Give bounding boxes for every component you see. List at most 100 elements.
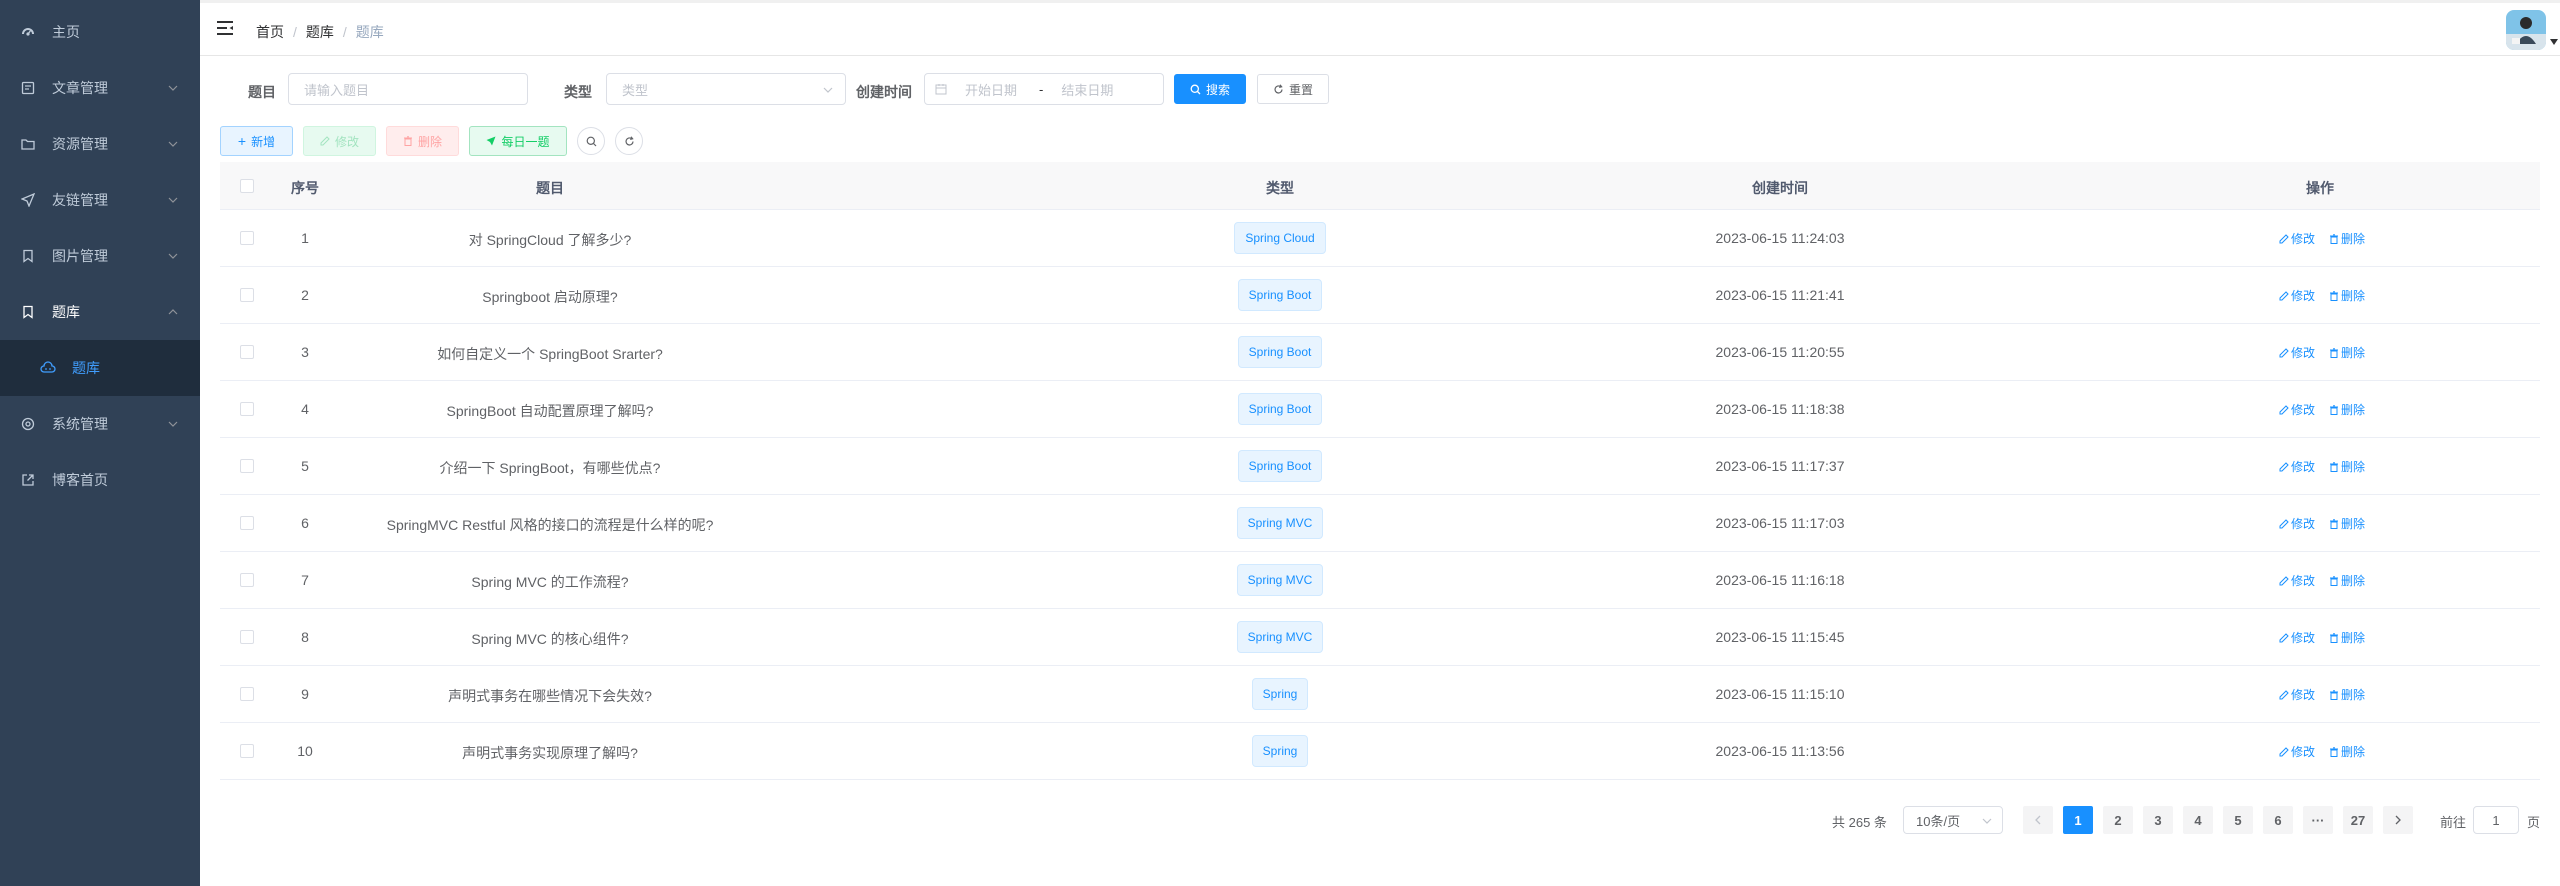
daily-question-button[interactable]: 每日一题 xyxy=(469,126,567,156)
row-checkbox[interactable] xyxy=(240,459,254,473)
sidebar-item-label: 博客首页 xyxy=(52,472,108,488)
row-delete-button[interactable]: 删除 xyxy=(2329,458,2365,475)
page-size-select[interactable]: 10条/页 xyxy=(1903,806,2003,834)
type-tag: Spring xyxy=(1251,735,1309,767)
sidebar-item-question-bank[interactable]: 题库 xyxy=(0,284,200,340)
edit-icon xyxy=(2279,461,2289,471)
caret-down-icon[interactable] xyxy=(2550,39,2558,45)
breadcrumb-separator: / xyxy=(293,24,297,40)
row-edit-button[interactable]: 修改 xyxy=(2279,458,2315,475)
search-button[interactable]: 搜索 xyxy=(1174,74,1246,104)
row-edit-button[interactable]: 修改 xyxy=(2279,572,2315,589)
trash-icon xyxy=(2330,347,2338,358)
page-number[interactable]: 2 xyxy=(2103,806,2133,834)
next-page-button[interactable] xyxy=(2383,806,2413,834)
page-number[interactable]: 1 xyxy=(2063,806,2093,834)
select-all-checkbox[interactable] xyxy=(240,179,254,193)
page-ellipsis[interactable]: ··· xyxy=(2303,806,2333,834)
page-number[interactable]: 4 xyxy=(2183,806,2213,834)
sidebar-subitem-question-bank[interactable]: 题库 xyxy=(0,340,200,396)
page-number[interactable]: 5 xyxy=(2223,806,2253,834)
row-delete-button[interactable]: 删除 xyxy=(2329,344,2365,361)
search-button-label: 搜索 xyxy=(1205,82,1230,97)
add-button[interactable]: + 新增 xyxy=(220,126,293,156)
row-edit-button[interactable]: 修改 xyxy=(2279,401,2315,418)
type-tag: Spring Cloud xyxy=(1234,222,1326,254)
reset-button[interactable]: 重置 xyxy=(1257,74,1329,104)
sidebar-item-system[interactable]: 系统管理 xyxy=(0,396,200,452)
prev-page-button[interactable] xyxy=(2023,806,2053,834)
page-number[interactable]: 27 xyxy=(2343,806,2373,834)
sidebar-item-articles[interactable]: 文章管理 xyxy=(0,60,200,116)
row-edit-button[interactable]: 修改 xyxy=(2279,230,2315,247)
table-row: 2 Springboot 启动原理? Spring Boot 2023-06-1… xyxy=(220,267,2540,324)
row-delete-button[interactable]: 删除 xyxy=(2329,572,2365,589)
send-icon xyxy=(486,136,496,146)
row-checkbox[interactable] xyxy=(240,573,254,587)
sidebar-item-links[interactable]: 友链管理 xyxy=(0,172,200,228)
row-title: 声明式事务实现原理了解吗? xyxy=(462,745,638,761)
sidebar-item-blog-home[interactable]: 博客首页 xyxy=(0,452,200,508)
article-icon xyxy=(20,80,36,96)
row-delete-button[interactable]: 删除 xyxy=(2329,287,2365,304)
row-edit-label: 修改 xyxy=(2291,289,2316,303)
row-checkbox[interactable] xyxy=(240,744,254,758)
row-checkbox[interactable] xyxy=(240,402,254,416)
trash-icon xyxy=(2330,575,2338,586)
row-type-cell: Spring Boot xyxy=(1100,324,1460,381)
row-delete-label: 删除 xyxy=(2341,232,2366,246)
row-delete-button[interactable]: 删除 xyxy=(2329,515,2365,532)
sidebar-item-resources[interactable]: 资源管理 xyxy=(0,116,200,172)
edit-icon xyxy=(2279,746,2289,756)
row-edit-button[interactable]: 修改 xyxy=(2279,344,2315,361)
page-number[interactable]: 6 xyxy=(2263,806,2293,834)
row-delete-button[interactable]: 删除 xyxy=(2329,230,2365,247)
breadcrumb-home[interactable]: 首页 xyxy=(256,22,284,42)
breadcrumb-separator: / xyxy=(342,24,347,40)
avatar[interactable] xyxy=(2506,10,2546,50)
type-tag: Spring MVC xyxy=(1236,621,1324,653)
row-delete-button[interactable]: 删除 xyxy=(2329,629,2365,646)
row-checkbox[interactable] xyxy=(240,630,254,644)
goto-page-input[interactable]: 1 xyxy=(2473,806,2519,834)
time-label: 创建时间 xyxy=(856,84,912,100)
page-number[interactable]: 3 xyxy=(2143,806,2173,834)
row-checkbox[interactable] xyxy=(240,345,254,359)
hamburger-icon[interactable] xyxy=(216,19,234,37)
toggle-search-button[interactable] xyxy=(577,127,605,155)
header-actions: 操作 xyxy=(2306,180,2334,196)
refresh-table-button[interactable] xyxy=(615,127,643,155)
type-select[interactable]: 类型 xyxy=(606,73,846,105)
row-edit-button[interactable]: 修改 xyxy=(2279,743,2315,760)
table-row: 5 介绍一下 SpringBoot，有哪些优点? Spring Boot 202… xyxy=(220,438,2540,495)
breadcrumb-question-bank[interactable]: 题库 xyxy=(306,22,334,42)
row-checkbox[interactable] xyxy=(240,288,254,302)
type-tag: Spring MVC xyxy=(1236,507,1324,539)
add-button-label: 新增 xyxy=(251,134,276,149)
row-delete-button[interactable]: 删除 xyxy=(2329,686,2365,703)
reset-button-label: 重置 xyxy=(1288,82,1313,97)
delete-button[interactable]: 删除 xyxy=(386,126,459,156)
sidebar-item-label: 题库 xyxy=(52,304,80,320)
table-row: 9 声明式事务在哪些情况下会失效? Spring 2023-06-15 11:1… xyxy=(220,666,2540,723)
bookmark-icon xyxy=(20,248,36,264)
row-checkbox[interactable] xyxy=(240,231,254,245)
row-edit-button[interactable]: 修改 xyxy=(2279,686,2315,703)
bookmark-icon xyxy=(20,304,36,320)
row-edit-button[interactable]: 修改 xyxy=(2279,629,2315,646)
sidebar-item-images[interactable]: 图片管理 xyxy=(0,228,200,284)
row-checkbox[interactable] xyxy=(240,516,254,530)
row-checkbox[interactable] xyxy=(240,687,254,701)
row-edit-button[interactable]: 修改 xyxy=(2279,287,2315,304)
row-delete-button[interactable]: 删除 xyxy=(2329,401,2365,418)
row-edit-button[interactable]: 修改 xyxy=(2279,515,2315,532)
sidebar-item-label: 题库 xyxy=(72,360,100,376)
date-range-picker[interactable]: 开始日期 - 结束日期 xyxy=(924,73,1164,105)
row-delete-button[interactable]: 删除 xyxy=(2329,743,2365,760)
row-created-time: 2023-06-15 11:18:38 xyxy=(1715,401,1845,417)
pagination-total: 共 265 条 xyxy=(1832,814,1887,830)
chevron-down-icon xyxy=(168,253,178,259)
edit-button[interactable]: 修改 xyxy=(303,126,376,156)
sidebar-item-home[interactable]: 主页 xyxy=(0,4,200,60)
title-input[interactable]: 请输入题目 xyxy=(288,73,528,105)
